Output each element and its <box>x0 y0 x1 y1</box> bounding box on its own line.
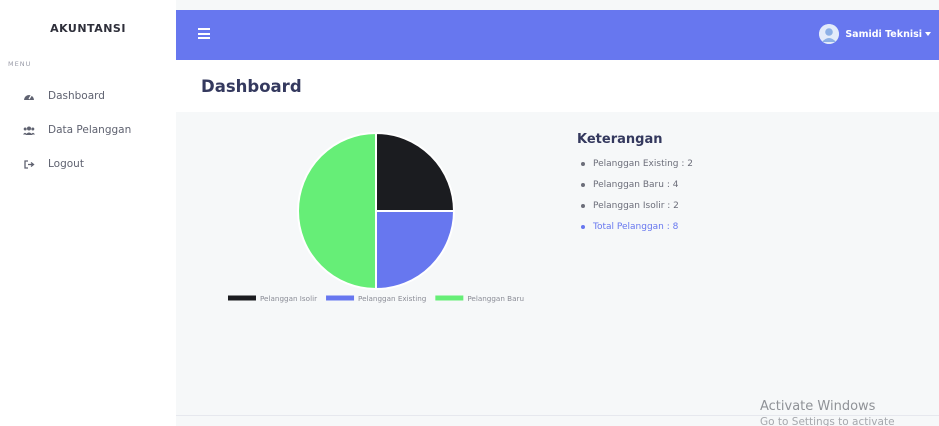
topbar: Samidi Teknisi <box>176 10 939 60</box>
sidebar: AKUNTANSI MENU Dashboard Data Pelanggan … <box>0 0 176 426</box>
page-title: Dashboard <box>201 77 302 96</box>
keterangan-list: Pelanggan Existing : 2 Pelanggan Baru : … <box>578 158 693 242</box>
menu-heading: MENU <box>8 60 32 68</box>
caret-down-icon <box>925 32 931 36</box>
legend-swatch <box>435 295 464 301</box>
legend-item[interactable]: Pelanggan Isolir <box>227 294 317 303</box>
user-dropdown[interactable]: Samidi Teknisi <box>819 24 931 44</box>
sidebar-item-label: Data Pelanggan <box>48 124 132 136</box>
list-item-total: Total Pelanggan : 8 <box>578 221 693 242</box>
pie-slice-pelanggan-baru[interactable] <box>297 131 377 291</box>
sidebar-item-logout[interactable]: Logout <box>0 152 176 176</box>
activate-windows-watermark: Activate Windows <box>760 399 876 414</box>
legend-item[interactable]: Pelanggan Existing <box>326 294 426 303</box>
users-icon <box>22 123 36 137</box>
pie-chart: Pelanggan Isolir Pelanggan Existing Pelang… <box>227 131 524 303</box>
avatar <box>819 24 840 44</box>
sign-out-icon <box>22 157 36 171</box>
sidebar-item-label: Dashboard <box>48 90 105 102</box>
page-header: Dashboard <box>176 60 939 112</box>
sidebar-item-label: Logout <box>48 158 84 170</box>
tachometer-icon <box>22 89 36 103</box>
keterangan-title: Keterangan <box>577 132 663 147</box>
hamburger-menu-icon[interactable] <box>198 28 210 42</box>
legend-swatch <box>326 295 355 301</box>
legend-item[interactable]: Pelanggan Baru <box>435 294 524 303</box>
list-item: Pelanggan Existing : 2 <box>578 158 693 179</box>
user-name: Samidi Teknisi <box>845 28 922 40</box>
legend-label: Pelanggan Isolir <box>260 294 317 303</box>
brand-title[interactable]: AKUNTANSI <box>0 22 176 35</box>
list-item: Pelanggan Baru : 4 <box>578 179 693 200</box>
legend-label: Pelanggan Baru <box>467 294 524 303</box>
legend-label: Pelanggan Existing <box>358 294 426 303</box>
sidebar-item-dashboard[interactable]: Dashboard <box>0 84 176 108</box>
list-item: Pelanggan Isolir : 2 <box>578 200 693 221</box>
legend-swatch <box>227 295 256 301</box>
pie-slice-pelanggan-existing[interactable] <box>375 210 456 291</box>
sidebar-item-data-pelanggan[interactable]: Data Pelanggan <box>0 118 176 142</box>
pie-slice-pelanggan-isolir[interactable] <box>375 131 456 212</box>
activate-windows-hint: Go to Settings to activate Windows. <box>760 416 895 426</box>
